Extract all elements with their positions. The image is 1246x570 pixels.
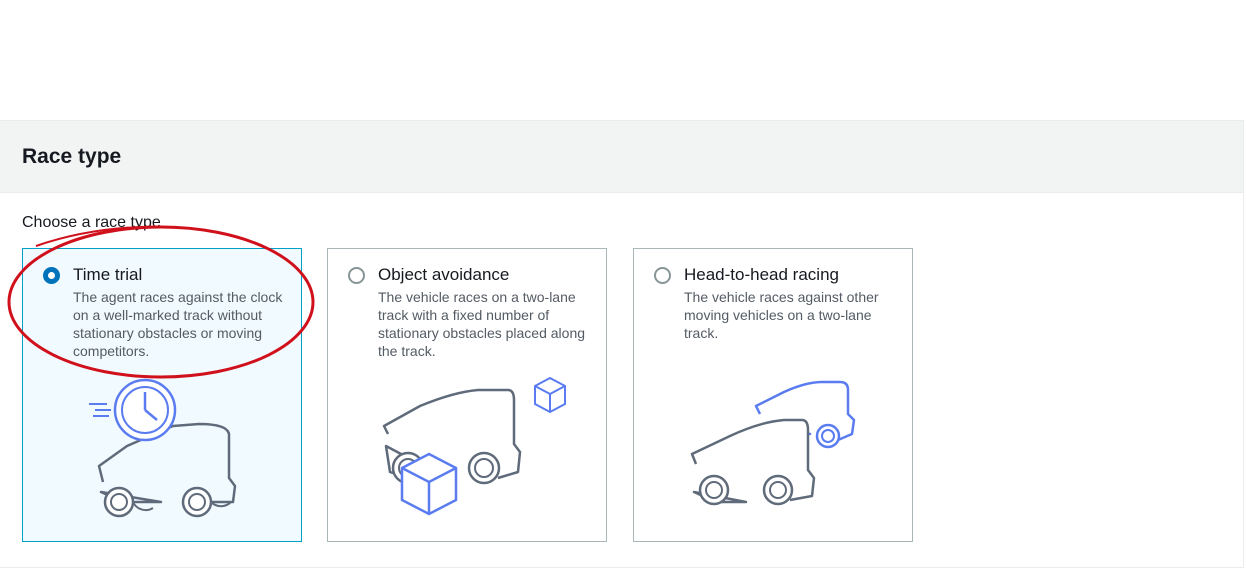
race-type-tile-object-avoidance[interactable]: Object avoidance The vehicle races on a … <box>327 248 607 542</box>
field-label: Choose a race type <box>22 214 161 231</box>
race-type-panel: Race type Choose a race type Time trial … <box>0 120 1244 568</box>
race-type-tile-head-to-head[interactable]: Head-to-head racing The vehicle races ag… <box>633 248 913 542</box>
tile-title: Head-to-head racing <box>684 265 839 284</box>
tile-description: The vehicle races on a two-lane track wi… <box>378 289 586 359</box>
tile-title: Object avoidance <box>378 265 510 284</box>
car-with-boxes-icon <box>382 376 566 516</box>
radio-object-avoidance[interactable] <box>348 267 365 284</box>
radio-time-trial[interactable] <box>43 267 60 284</box>
panel-header: Race type <box>0 121 1243 193</box>
car-with-clock-icon <box>89 378 237 518</box>
race-type-tile-time-trial[interactable]: Time trial The agent races against the c… <box>22 248 302 542</box>
tile-title: Time trial <box>73 265 143 284</box>
two-cars-icon <box>690 380 856 506</box>
panel-title: Race type <box>22 144 122 168</box>
tile-description: The vehicle races against other moving v… <box>684 289 879 341</box>
tile-description: The agent races against the clock on a w… <box>73 289 283 359</box>
radio-head-to-head[interactable] <box>654 267 671 284</box>
